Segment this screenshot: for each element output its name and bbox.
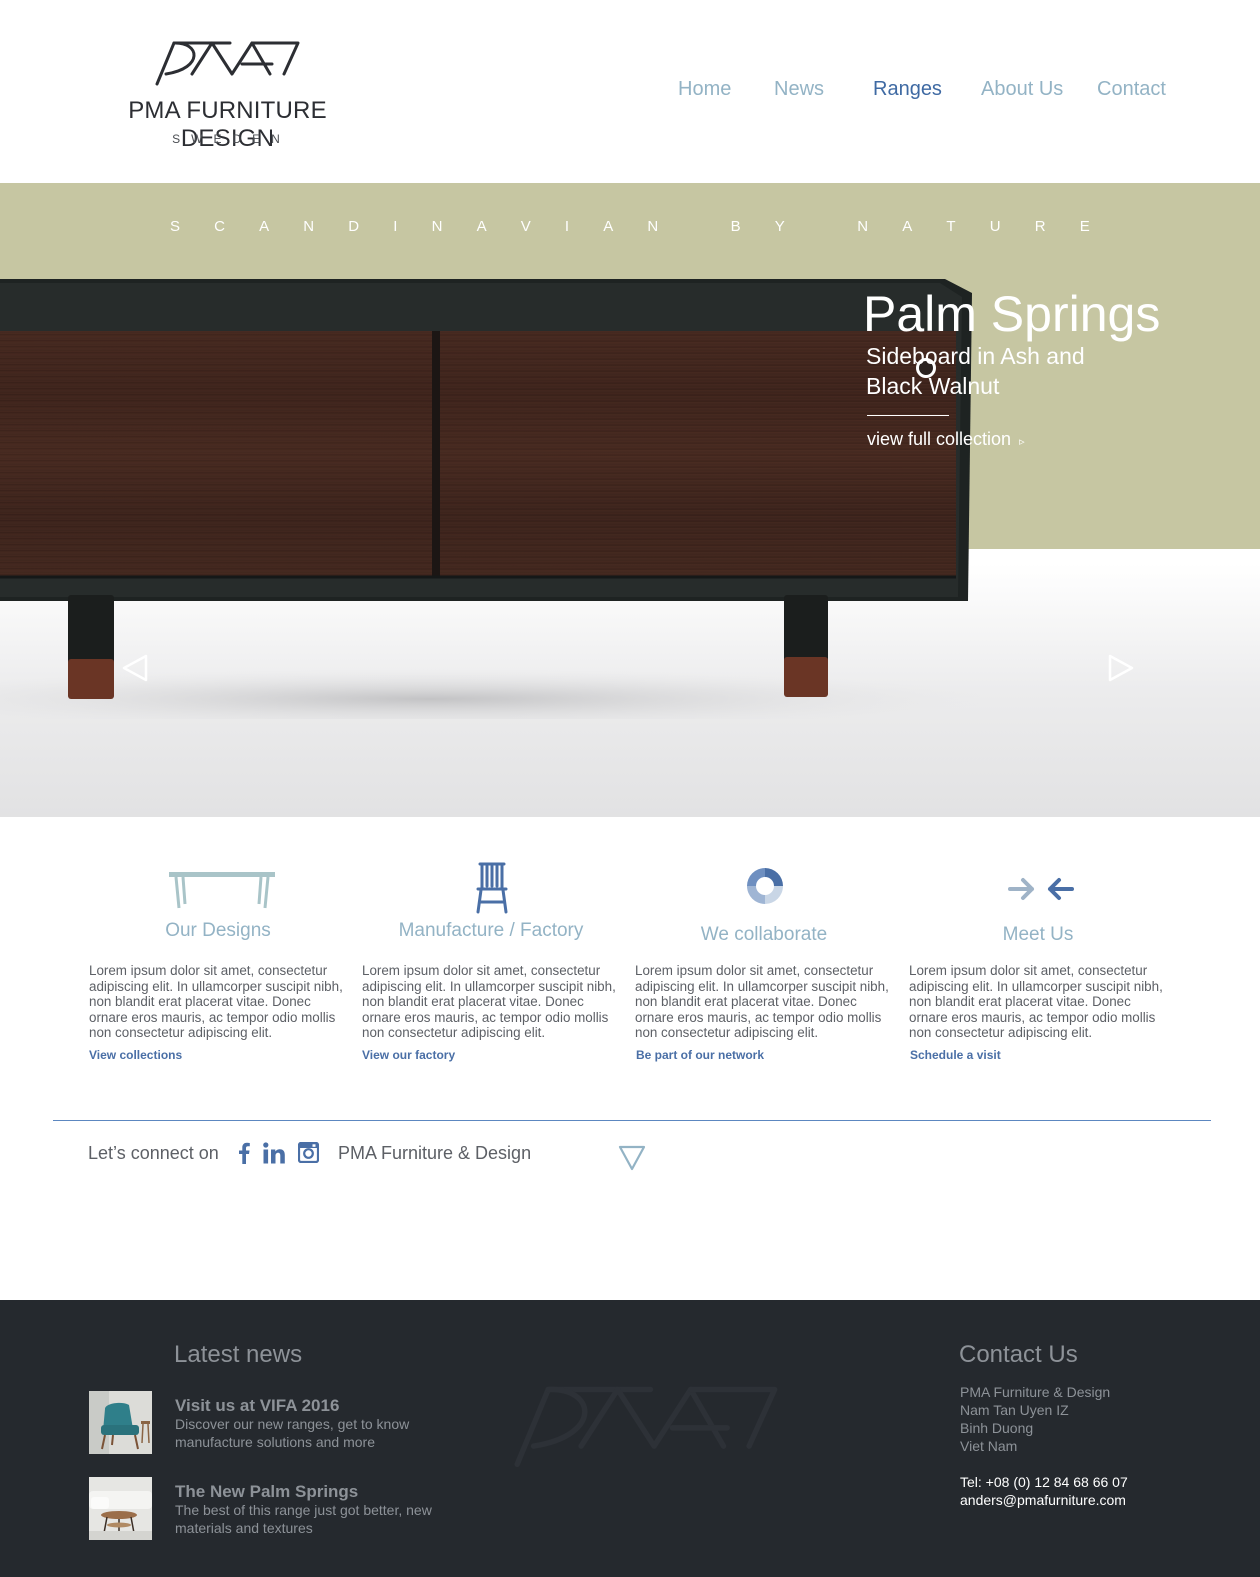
feature-title: Manufacture / Factory xyxy=(398,920,584,941)
news-title[interactable]: Visit us at VIFA 2016 xyxy=(175,1396,339,1416)
view-full-collection-link[interactable]: view full collection ▹ xyxy=(867,429,1025,450)
connect-label: Let’s connect on xyxy=(88,1143,219,1163)
prev-slide-arrow-icon[interactable] xyxy=(120,653,150,683)
ring-icon xyxy=(747,868,783,904)
feature-our-designs: Our Designs Lorem ipsum dolor sit amet, … xyxy=(89,855,347,1062)
news-excerpt: Discover our new ranges, get to know man… xyxy=(175,1416,410,1450)
table-icon xyxy=(169,872,275,909)
tagline-letter: U xyxy=(989,218,1001,235)
tagline-letter: N xyxy=(431,218,443,235)
armchair-photo xyxy=(89,1391,152,1454)
feature-text: Lorem ipsum dolor sit amet, consectetur … xyxy=(635,963,889,1040)
tagline-letter: T xyxy=(946,218,956,235)
phone-number[interactable]: Tel: +08 (0) 12 84 68 66 07 xyxy=(960,1473,1128,1491)
latest-news-heading: Latest news xyxy=(174,1341,303,1368)
converging-arrows-icon xyxy=(1008,878,1074,900)
tagline-letter: I xyxy=(564,218,570,235)
feature-text: Lorem ipsum dolor sit amet, consectetur … xyxy=(909,963,1163,1040)
nav-ranges[interactable]: Ranges xyxy=(873,78,942,101)
email-link[interactable]: anders@pmafurniture.com xyxy=(960,1491,1126,1509)
schedule-a-visit-link[interactable]: Schedule a visit xyxy=(910,1048,1001,1062)
tagline-letter: A xyxy=(603,218,614,235)
tagline-letter: V xyxy=(520,218,531,235)
tagline-gap xyxy=(819,218,823,235)
slide-title: Palm Springs xyxy=(863,286,1161,342)
address-line: Viet Nam xyxy=(960,1438,1018,1454)
pma-logo-mark xyxy=(155,41,300,86)
connect-brand-name: PMA Furniture & Design xyxy=(338,1143,532,1163)
tagline-gap xyxy=(692,218,696,235)
contact-us-heading: Contact Us xyxy=(959,1341,1078,1368)
tagline-letter: C xyxy=(214,218,225,235)
address-line: Binh Duong xyxy=(960,1420,1034,1436)
linkedin-icon[interactable] xyxy=(263,1142,285,1164)
slide-subtitle: Sideboard in Ash and Black Walnut xyxy=(866,341,1136,401)
social-connect-bar: Let’s connect on PMA Furniture & Design xyxy=(88,1140,688,1170)
slide-subtitle-line2: Black Walnut xyxy=(866,373,1000,399)
logo-sub: SWEDEN xyxy=(172,132,291,146)
site-footer: Latest news Visit us at VIFA 2016 Discov… xyxy=(0,1300,1260,1577)
hero-tagline: SCANDINAVIAN BY NATURE xyxy=(170,218,1090,235)
feature-text: Lorem ipsum dolor sit amet, consectetur … xyxy=(89,963,343,1040)
site-header: PMA FURNITURE DESIGN SWEDEN Home News Ra… xyxy=(0,0,1260,183)
feature-title: We collaborate xyxy=(700,924,828,945)
tagline-letter: N xyxy=(857,218,869,235)
news-title[interactable]: The New Palm Springs xyxy=(175,1482,358,1502)
feature-title: Meet Us xyxy=(1002,924,1074,945)
be-part-of-our-network-link[interactable]: Be part of our network xyxy=(636,1048,764,1062)
feature-text: Lorem ipsum dolor sit amet, consectetur … xyxy=(362,963,616,1040)
tagline-letter: E xyxy=(1079,218,1090,235)
tagline-letter: N xyxy=(303,218,315,235)
feature-we-collaborate: We collaborate Lorem ipsum dolor sit ame… xyxy=(635,855,893,1062)
news-thumbnail[interactable] xyxy=(89,1391,152,1454)
address-line: Nam Tan Uyen IZ xyxy=(960,1402,1069,1418)
slide-subtitle-line1: Sideboard in Ash and xyxy=(866,343,1085,369)
next-slide-arrow-icon[interactable] xyxy=(1106,653,1136,683)
tagline-letter: B xyxy=(730,218,741,235)
tagline-letter: N xyxy=(647,218,659,235)
nav-contact[interactable]: Contact xyxy=(1097,78,1166,101)
nav-about-us[interactable]: About Us xyxy=(981,78,1063,101)
instagram-icon[interactable] xyxy=(298,1142,319,1163)
tagline-letter: I xyxy=(393,218,398,235)
feature-meet-us: Meet Us Lorem ipsum dolor sit amet, cons… xyxy=(909,855,1167,1062)
facebook-icon[interactable] xyxy=(238,1142,250,1164)
feature-manufacture-factory: Manufacture / Factory Lorem ipsum dolor … xyxy=(362,855,620,1062)
news-thumbnail[interactable] xyxy=(89,1477,152,1540)
view-collections-link[interactable]: View collections xyxy=(89,1048,182,1062)
tagline-letter: A xyxy=(476,218,487,235)
tagline-letter: R xyxy=(1034,218,1046,235)
scroll-down-triangle-icon[interactable] xyxy=(618,1145,646,1171)
tagline-letter: S xyxy=(170,218,181,235)
living-room-photo xyxy=(89,1477,152,1540)
tagline-letter: A xyxy=(259,218,270,235)
tagline-letter: D xyxy=(348,218,360,235)
address-line: PMA Furniture & Design xyxy=(960,1384,1111,1400)
nav-home[interactable]: Home xyxy=(678,78,731,101)
tagline-letter: Y xyxy=(774,218,785,235)
view-full-collection-label: view full collection xyxy=(867,429,1012,449)
view-our-factory-link[interactable]: View our factory xyxy=(362,1048,455,1062)
feature-title: Our Designs xyxy=(165,920,271,941)
pma-watermark-logo xyxy=(514,1386,778,1468)
news-excerpt: The best of this range just got better, … xyxy=(175,1502,432,1536)
hero-slider: SCANDINAVIAN BY NATURE Palm Springs Side… xyxy=(0,183,1260,817)
slide-divider xyxy=(867,415,949,416)
play-triangle-icon: ▹ xyxy=(1019,436,1025,448)
logo[interactable]: PMA FURNITURE DESIGN SWEDEN xyxy=(90,40,370,152)
nav-news[interactable]: News xyxy=(774,78,824,101)
tagline-letter: A xyxy=(902,218,913,235)
section-divider xyxy=(53,1120,1211,1121)
chair-icon xyxy=(476,862,508,914)
